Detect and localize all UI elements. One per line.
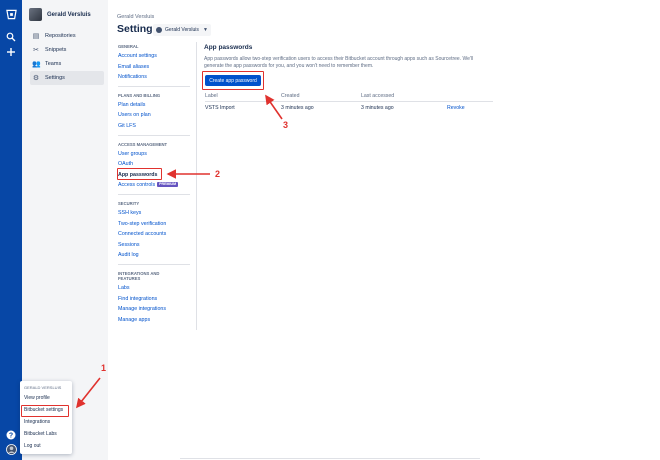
app-root: ? Gerald Versluis ▤ Repositories ✂ Snipp… bbox=[0, 0, 660, 460]
footer-divider bbox=[180, 458, 480, 459]
arrow-3 bbox=[265, 94, 283, 120]
arrow-1 bbox=[76, 377, 101, 409]
annotation-arrows bbox=[76, 94, 283, 409]
annotation-number-2: 2 bbox=[215, 169, 221, 179]
annotation-number-1: 1 bbox=[101, 363, 107, 373]
annotation-number-3: 3 bbox=[283, 120, 289, 130]
